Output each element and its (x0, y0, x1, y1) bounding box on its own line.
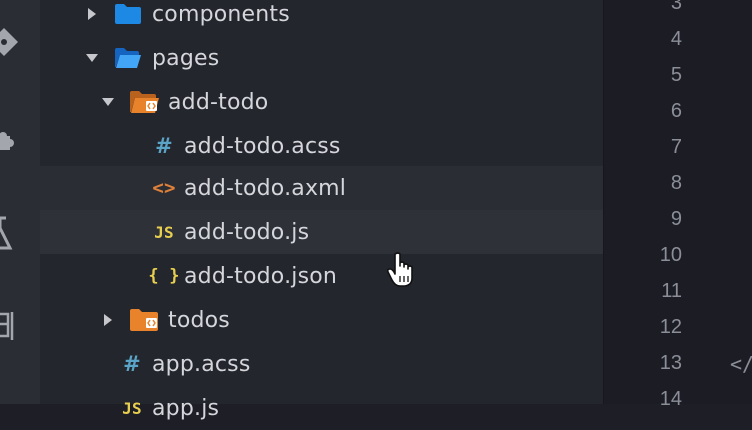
tree-item-add-todo-js[interactable]: JS add-todo.js (40, 210, 603, 254)
hash-icon: # (123, 352, 141, 376)
tree-item-app-acss[interactable]: # app.acss (40, 342, 603, 386)
tree-item-add-todo-axml[interactable]: <> add-todo.axml (40, 166, 603, 210)
line-number: 3 (670, 0, 682, 14)
tree-item-label: add-todo (168, 89, 269, 115)
extensions-icon[interactable] (0, 126, 40, 166)
editor-gutter: 3 4 5 6 7 8 9 10 11 12 13 14 (604, 0, 752, 410)
line-number: 6 (670, 100, 682, 122)
tree-item-label: add-todo.acss (184, 133, 341, 159)
tree-item-label: components (152, 1, 290, 27)
folder-open-blue-icon (114, 46, 142, 70)
line-number: 4 (670, 28, 682, 50)
tree-item-label: todos (168, 307, 230, 333)
code-icon: <> (152, 177, 176, 199)
line-number: 8 (670, 172, 682, 194)
js-icon: JS (122, 398, 142, 418)
folder-blue-icon (114, 2, 142, 26)
line-number: 11 (661, 280, 682, 302)
tree-item-label: add-todo.axml (184, 175, 347, 201)
activity-bar (0, 0, 40, 404)
folder-orange-icon (129, 307, 161, 333)
chevron-right-icon[interactable] (100, 312, 116, 328)
tree-item-label: add-todo.js (184, 219, 310, 245)
tree-item-add-todo-json[interactable]: { } add-todo.json (40, 254, 603, 298)
line-number: 13 (659, 352, 682, 374)
tree-item-pages[interactable]: pages (40, 36, 603, 80)
line-number: 14 (659, 388, 682, 410)
file-explorer: components pages add-todo # add-todo.acs… (40, 0, 603, 421)
line-number: 5 (670, 64, 682, 86)
tree-item-label: pages (152, 45, 220, 71)
line-number: 7 (670, 136, 682, 158)
tree-item-app-js[interactable]: JS app.js (40, 386, 603, 430)
tree-item-label: add-todo.json (184, 263, 338, 289)
tree-item-add-todo-acss[interactable]: # add-todo.acss (40, 124, 603, 168)
line-number: 12 (659, 316, 682, 338)
tree-item-label: app.js (152, 395, 220, 421)
tree-item-label: app.acss (152, 351, 251, 377)
chevron-down-icon[interactable] (100, 94, 116, 110)
hash-icon: # (155, 134, 173, 158)
chevron-down-icon[interactable] (84, 50, 100, 66)
line-number: 10 (659, 244, 682, 266)
test-flask-icon[interactable] (0, 214, 40, 254)
line-number: 9 (670, 208, 682, 230)
source-control-icon[interactable] (0, 24, 40, 64)
code-text[interactable]: </ (730, 352, 752, 376)
tree-item-components[interactable]: components (40, 0, 603, 36)
folder-open-orange-icon (129, 89, 161, 115)
chevron-right-icon[interactable] (84, 6, 100, 22)
tree-item-todos-folder[interactable]: todos (40, 298, 603, 342)
json-icon: { } (148, 266, 180, 286)
hand-pointer-icon (386, 252, 418, 288)
tree-item-add-todo-folder[interactable]: add-todo (40, 80, 603, 124)
mini-program-icon[interactable] (0, 306, 40, 346)
js-icon: JS (154, 222, 174, 242)
